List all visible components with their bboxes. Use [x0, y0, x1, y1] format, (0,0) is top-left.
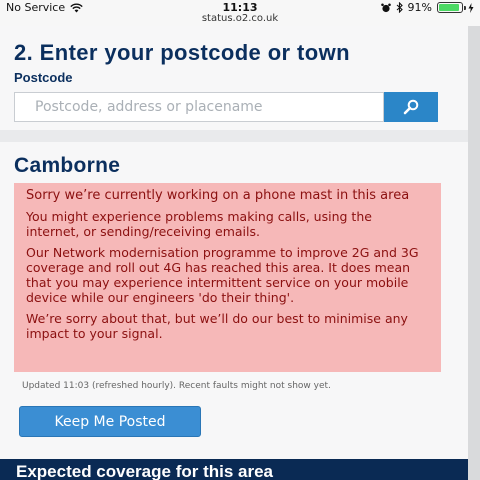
updated-note: Updated 11:03 (refreshed hourly). Recent…: [22, 381, 331, 391]
postcode-input[interactable]: [14, 92, 384, 122]
page-content: 2. Enter your postcode or town Postcode …: [0, 26, 480, 480]
area-status-card: Camborne Sorry we’re currently working o…: [0, 142, 468, 476]
area-title: Camborne: [14, 154, 121, 177]
battery-level: [439, 4, 460, 11]
search-icon: [403, 99, 419, 115]
keep-me-posted-button[interactable]: Keep Me Posted: [19, 406, 201, 437]
search-step-title: 2. Enter your postcode or town: [14, 40, 350, 65]
battery-percent: 91%: [407, 1, 432, 14]
status-right: 91%: [380, 1, 474, 14]
alert-paragraph: We’re sorry about that, but we’ll do our…: [26, 311, 408, 341]
coverage-title: Expected coverage for this area: [16, 462, 274, 480]
search-card: 2. Enter your postcode or town Postcode: [0, 26, 468, 130]
alert-heading: Sorry we’re currently working on a phone…: [26, 188, 410, 203]
scrollbar-track[interactable]: [468, 26, 480, 480]
status-bar: No Service 11:13 status.o2.co.uk 91%: [0, 0, 480, 26]
search-button[interactable]: [384, 92, 438, 122]
alert-paragraph: Our Network modernisation programme to i…: [26, 245, 419, 305]
coverage-section-header[interactable]: Expected coverage for this area: [0, 459, 468, 480]
bluetooth-icon: [396, 2, 403, 13]
alarm-icon: [380, 3, 391, 12]
charging-icon: [468, 2, 474, 13]
battery-icon: [437, 2, 466, 13]
url-bar[interactable]: status.o2.co.uk: [0, 13, 480, 24]
outage-alert: Sorry we’re currently working on a phone…: [14, 183, 441, 372]
postcode-label: Postcode: [14, 70, 73, 85]
alert-paragraph: You might experience problems making cal…: [26, 209, 372, 239]
